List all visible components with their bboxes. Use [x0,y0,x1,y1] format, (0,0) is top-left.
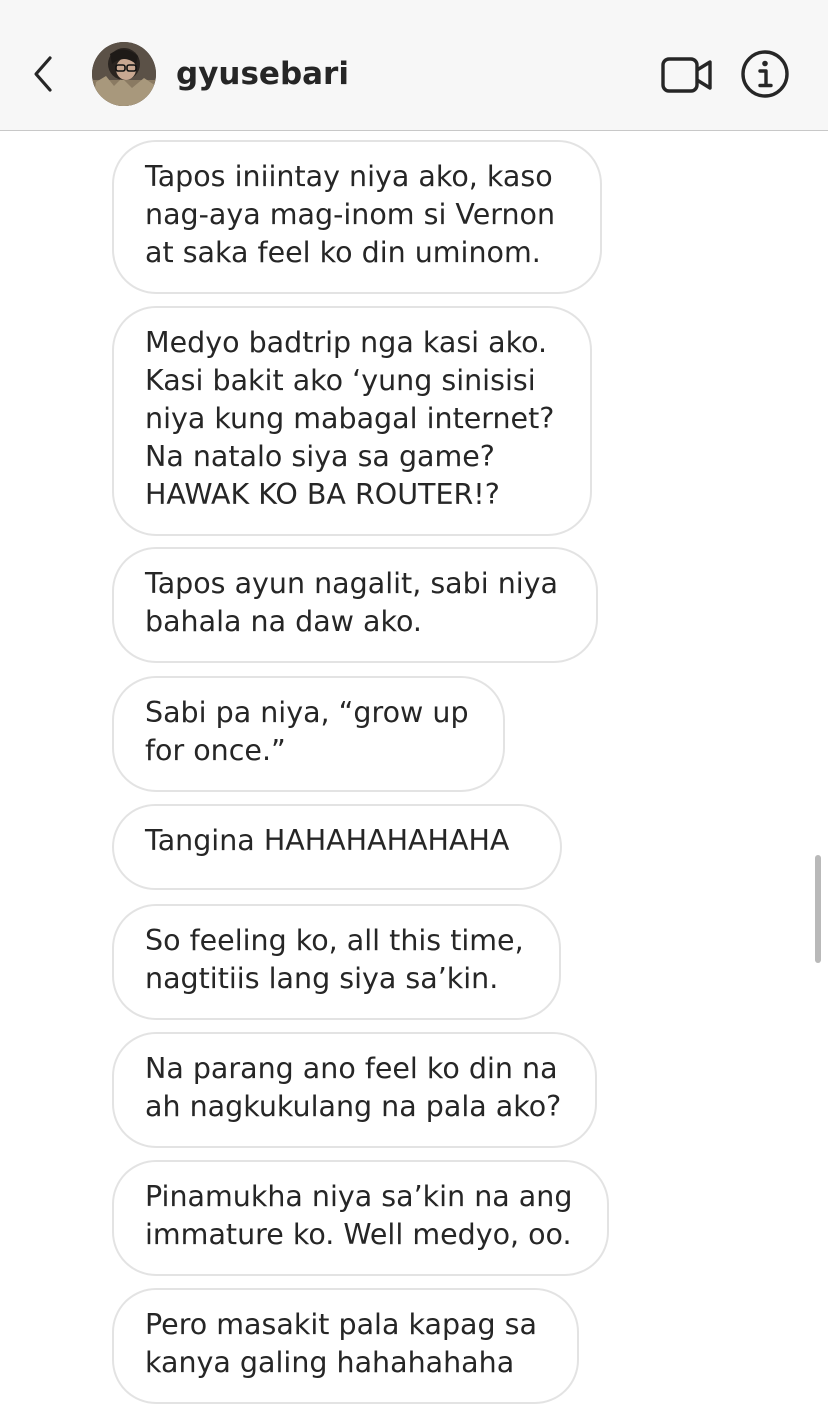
video-camera-icon [661,57,712,93]
message-bubble[interactable]: Medyo badtrip nga kasi ako. Kasi bakit a… [112,306,592,536]
message-bubble[interactable]: Sabi pa niya, “grow up for once.” [112,676,505,792]
profile-photo [92,42,156,106]
scrollbar[interactable] [815,855,821,963]
message-bubble[interactable]: Tapos iniintay niya ako, kaso nag-aya ma… [112,140,602,294]
message-bubble[interactable]: Na parang ano feel ko din na ah nagkukul… [112,1032,597,1148]
video-call-button[interactable] [660,55,714,95]
message-bubble[interactable]: So feeling ko, all this time, nagtitiis … [112,904,561,1020]
message-bubble[interactable]: Tapos ayun nagalit, sabi niya bahala na … [112,547,598,663]
message-list[interactable]: Tapos iniintay niya ako, kaso nag-aya ma… [0,131,828,1405]
avatar[interactable] [92,42,156,106]
chat-username[interactable]: gyusebari [176,52,349,96]
message-bubble[interactable]: Tangina HAHAHAHAHAHA [112,804,562,890]
message-bubble[interactable]: Pero masakit pala kapag sa kanya galing … [112,1288,579,1404]
back-button[interactable] [28,52,60,96]
chevron-left-icon [34,56,52,92]
dm-thread-screen: gyusebari Tapos iniintay niya ako, kaso … [0,0,828,1405]
info-circle-icon [741,50,789,98]
chat-header: gyusebari [0,0,828,131]
conversation-info-button[interactable] [740,49,790,99]
message-bubble[interactable]: Pinamukha niya sa’kin na ang immature ko… [112,1160,609,1276]
